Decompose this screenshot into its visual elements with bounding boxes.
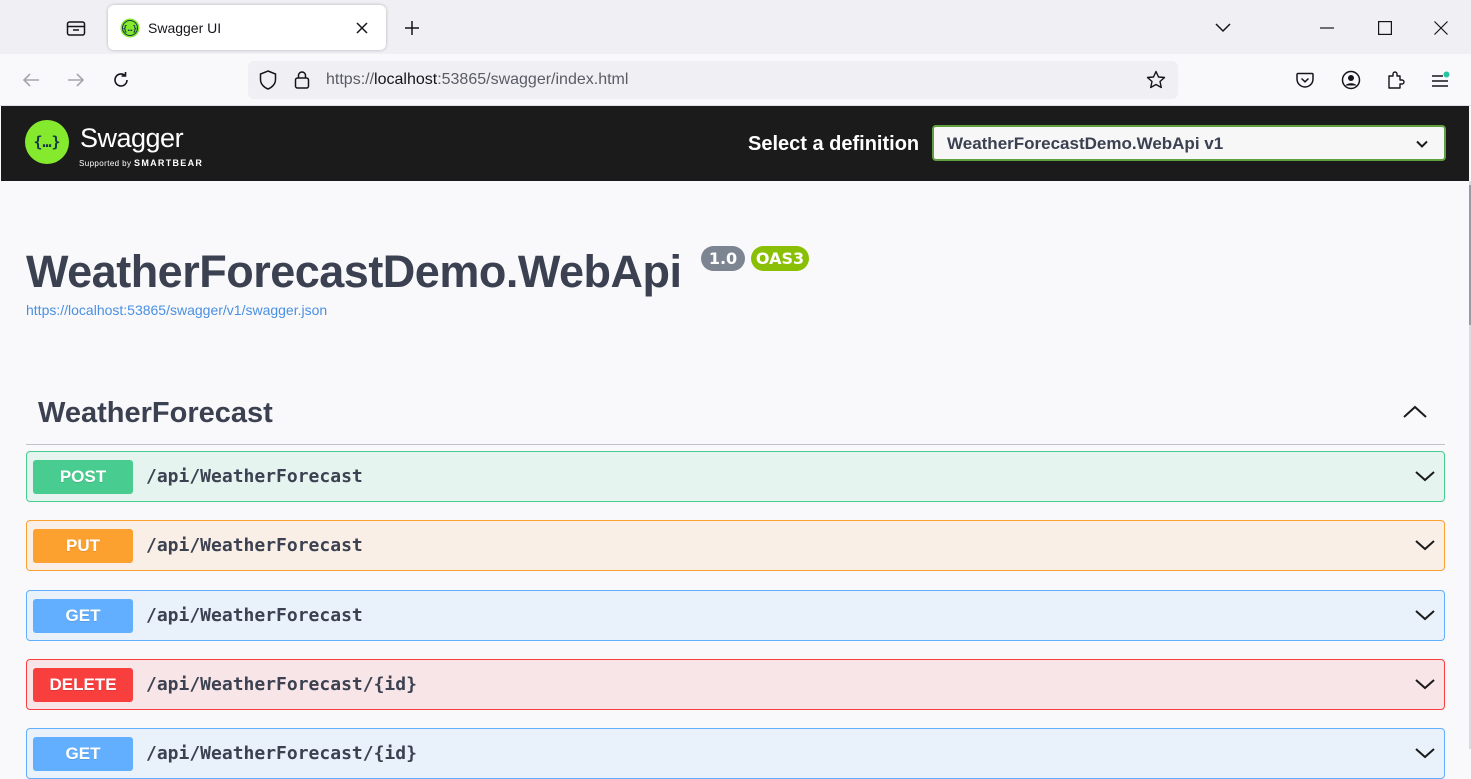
arrow-right-icon (68, 73, 85, 87)
tab-list-button[interactable] (54, 10, 98, 46)
method-badge-delete: DELETE (33, 668, 133, 702)
tab-list-icon (66, 21, 86, 36)
swagger-favicon-icon: {…} (120, 18, 140, 37)
list-all-tabs-button[interactable] (1201, 10, 1245, 46)
swagger-topbar: {…} Swagger Supported by SMARTBEAR Selec… (1, 106, 1469, 181)
plus-icon (405, 21, 419, 35)
chevron-down-icon (1416, 140, 1428, 148)
swagger-logo-icon[interactable]: {…} (25, 120, 69, 164)
operation-path: /api/WeatherForecast/{id} (146, 674, 417, 695)
select-definition-label: Select a definition (748, 133, 920, 155)
svg-text:{…}: {…} (123, 24, 138, 33)
tag-name: WeatherForecast (38, 397, 273, 429)
puzzle-piece-icon (1388, 71, 1405, 89)
method-badge-put: PUT (33, 529, 133, 563)
bookmark-star-icon[interactable] (1146, 70, 1166, 90)
close-icon (356, 21, 368, 34)
address-bar[interactable]: https://localhost:53865/swagger/index.ht… (248, 61, 1178, 99)
app-menu-button[interactable] (1425, 65, 1455, 95)
version-badge: 1.0 (701, 246, 745, 271)
pocket-button[interactable] (1290, 65, 1320, 95)
operation-get-weatherforecast-id[interactable]: GET /api/WeatherForecast/{id} (26, 728, 1445, 779)
url-path: :53865/swagger/index.html (437, 71, 629, 88)
forward-button[interactable] (60, 64, 92, 96)
browser-tab-active[interactable]: {…} Swagger UI (108, 5, 386, 50)
url-scheme: https:// (326, 71, 375, 88)
hamburger-menu-icon (1432, 71, 1450, 87)
minimize-button[interactable] (1305, 10, 1349, 46)
url-host: localhost (374, 71, 438, 88)
brand-sub-company: SMARTBEAR (134, 158, 204, 168)
operation-path: /api/WeatherForecast/{id} (146, 743, 417, 764)
chevron-down-icon (1215, 23, 1231, 33)
reload-button[interactable] (105, 64, 137, 96)
method-badge-post: POST (33, 460, 133, 494)
api-title: WeatherForecastDemo.WebApi (26, 246, 682, 297)
definition-select[interactable]: WeatherForecastDemo.WebApi v1 (932, 125, 1446, 161)
pocket-icon (1296, 72, 1314, 88)
browser-tab-bar: {…} Swagger UI (0, 0, 1471, 54)
maximize-icon (1378, 21, 1392, 35)
tag-header-weatherforecast[interactable]: WeatherForecast (26, 382, 1445, 445)
close-icon (1434, 21, 1448, 35)
operation-path: /api/WeatherForecast (146, 605, 363, 626)
swagger-brand-subtitle: Supported by SMARTBEAR (79, 158, 203, 168)
reload-icon (114, 72, 128, 87)
chevron-down-icon[interactable] (1414, 676, 1436, 692)
browser-nav-bar: https://localhost:53865/swagger/index.ht… (0, 54, 1471, 106)
method-badge-get: GET (33, 599, 133, 633)
chevron-up-icon[interactable] (1401, 402, 1429, 422)
spec-json-link[interactable]: https://localhost:53865/swagger/v1/swagg… (26, 302, 327, 318)
maximize-button[interactable] (1363, 10, 1407, 46)
extensions-button[interactable] (1381, 65, 1411, 95)
operation-path: /api/WeatherForecast (146, 535, 363, 556)
tracking-protection-shield-icon[interactable] (258, 70, 278, 90)
lock-icon[interactable] (292, 70, 312, 90)
definition-select-value: WeatherForecastDemo.WebApi v1 (947, 134, 1224, 153)
brand-sub-prefix: Supported by (79, 159, 132, 168)
tab-close-button[interactable] (350, 16, 374, 40)
operation-get-weatherforecast[interactable]: GET /api/WeatherForecast (26, 590, 1445, 641)
operation-put-weatherforecast[interactable]: PUT /api/WeatherForecast (26, 520, 1445, 571)
minimize-icon (1320, 27, 1334, 29)
tab-title: Swagger UI (148, 19, 222, 36)
url-text[interactable]: https://localhost:53865/swagger/index.ht… (326, 71, 628, 89)
account-button[interactable] (1336, 65, 1366, 95)
chevron-down-icon[interactable] (1414, 607, 1436, 623)
operation-post-weatherforecast[interactable]: POST /api/WeatherForecast (26, 451, 1445, 502)
method-badge-get: GET (33, 737, 133, 771)
arrow-left-icon (22, 73, 39, 87)
oas-badge: OAS3 (751, 246, 809, 271)
new-tab-button[interactable] (398, 14, 426, 42)
chevron-down-icon[interactable] (1414, 537, 1436, 553)
operation-path: /api/WeatherForecast (146, 466, 363, 487)
chevron-down-icon[interactable] (1414, 745, 1436, 761)
swagger-brand[interactable]: Swagger (80, 123, 184, 154)
operation-delete-weatherforecast-id[interactable]: DELETE /api/WeatherForecast/{id} (26, 659, 1445, 710)
account-icon (1341, 70, 1361, 90)
back-button[interactable] (15, 64, 47, 96)
chevron-down-icon[interactable] (1414, 468, 1436, 484)
close-window-button[interactable] (1419, 10, 1463, 46)
